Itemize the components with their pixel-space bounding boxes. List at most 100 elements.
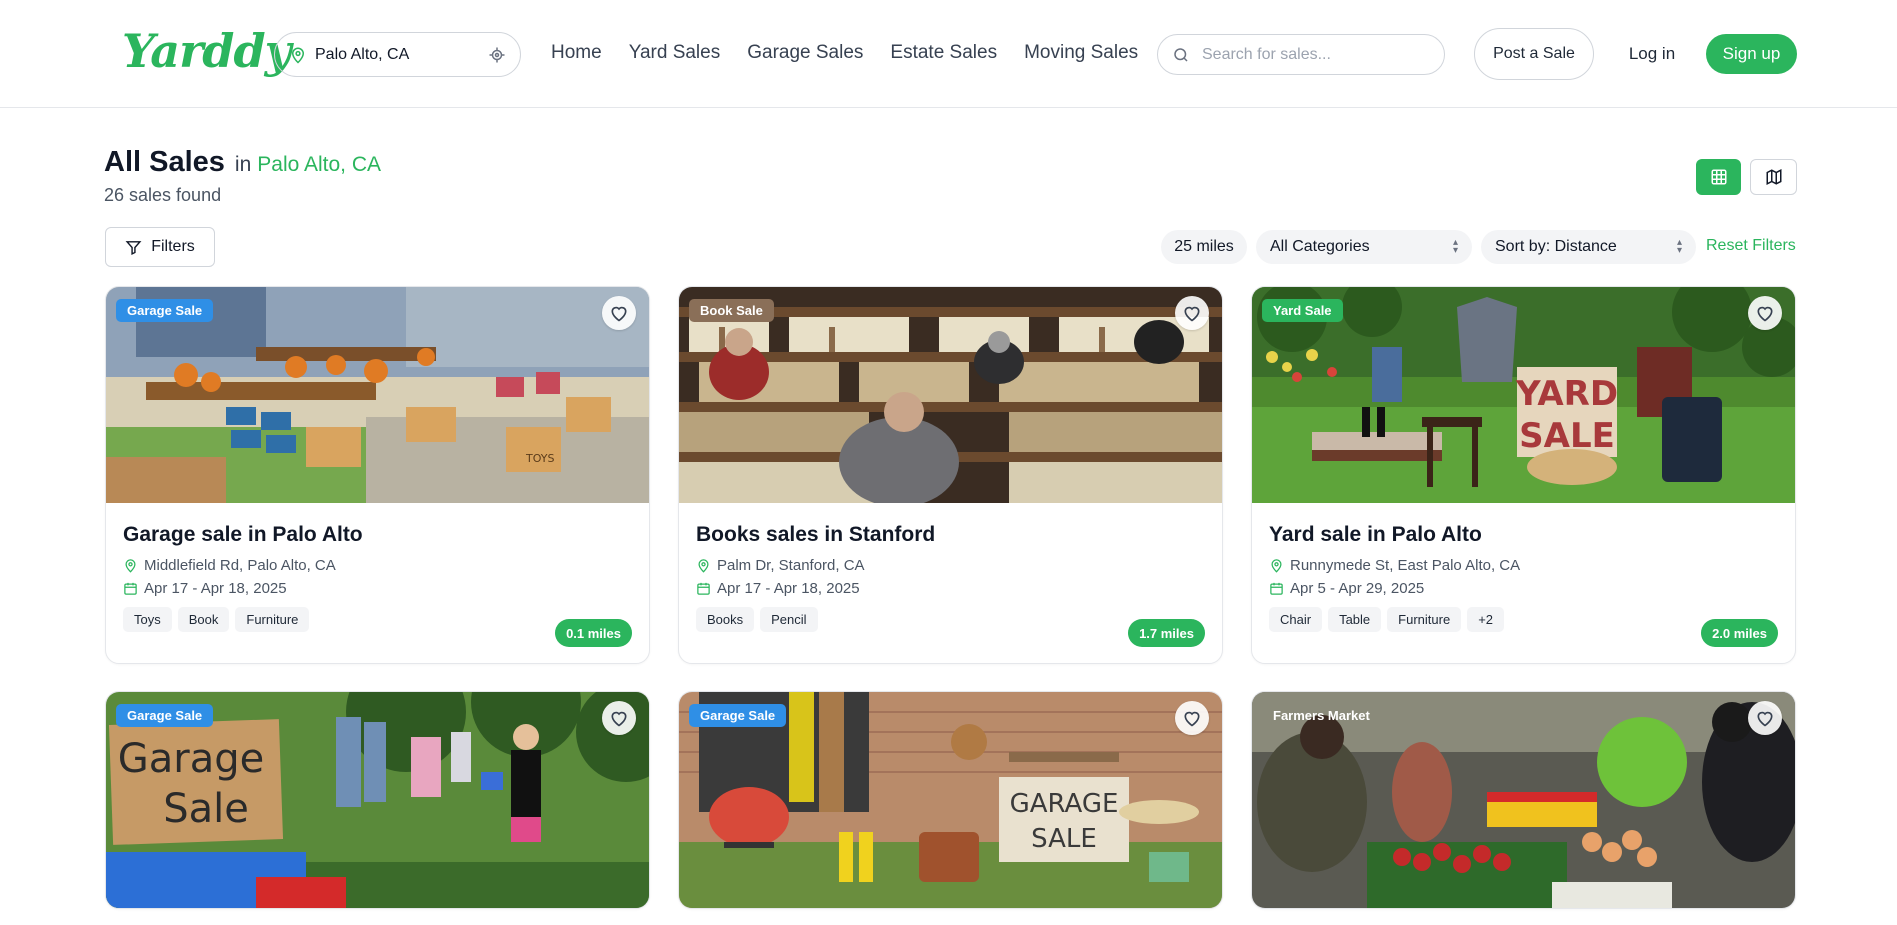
category-badge: Farmers Market xyxy=(1273,708,1370,723)
map-pin-icon xyxy=(698,559,709,573)
location-text: Palo Alto, CA xyxy=(315,45,410,63)
dates-text: Apr 17 - Apr 18, 2025 xyxy=(717,580,860,597)
address-text: Runnymede St, East Palo Alto, CA xyxy=(1290,557,1521,574)
category-badge: Garage Sale xyxy=(116,704,214,727)
tag: Toys xyxy=(123,607,172,632)
nav-home[interactable]: Home xyxy=(551,42,602,64)
city-link[interactable]: Palo Alto, CA xyxy=(257,153,381,177)
chevron-updown-icon: ▴ ▾ xyxy=(1676,237,1682,256)
address-text: Palm Dr, Stanford, CA xyxy=(717,557,865,574)
search-icon xyxy=(1174,47,1188,62)
heart-icon xyxy=(611,306,627,322)
radius-select[interactable]: 25 miles xyxy=(1161,230,1247,264)
login-button[interactable]: Log in xyxy=(1620,34,1684,74)
dates-text: Apr 17 - Apr 18, 2025 xyxy=(144,580,287,597)
category-select[interactable]: All Categories ▴ ▾ xyxy=(1256,230,1472,264)
tag: Table xyxy=(1328,607,1382,632)
garage-sign-line-4: SALE xyxy=(1031,824,1097,854)
results-count: 26 sales found xyxy=(104,185,222,205)
map-pin-icon xyxy=(1271,559,1282,573)
sale-image: TOYS Garage Sale xyxy=(106,287,649,503)
page-title: All Sales in Palo Alto, CA xyxy=(104,146,381,179)
calendar-icon xyxy=(697,582,710,595)
favorite-button[interactable] xyxy=(1175,296,1209,330)
reset-filters-link[interactable]: Reset Filters xyxy=(1706,237,1796,255)
card-body: Yard sale in Palo Alto Runnymede St, Eas… xyxy=(1252,503,1795,663)
category-badge: Yard Sale xyxy=(1262,299,1343,322)
more-tags[interactable]: +2 xyxy=(1467,607,1505,632)
sale-image: Book Sale xyxy=(679,287,1222,503)
tag: Furniture xyxy=(1387,607,1462,632)
nav-garage-sales[interactable]: Garage Sales xyxy=(747,42,863,64)
chevron-updown-icon: ▴ ▾ xyxy=(1452,237,1458,256)
yard-sign-line-1: YARD xyxy=(1515,374,1618,414)
tag: Chair xyxy=(1269,607,1323,632)
calendar-icon xyxy=(1270,582,1283,595)
sale-dates: Apr 17 - Apr 18, 2025 xyxy=(123,580,632,597)
page-heading: All Sales xyxy=(104,146,225,178)
sale-address: Palm Dr, Stanford, CA xyxy=(696,557,1205,574)
favorite-button[interactable] xyxy=(1748,296,1782,330)
sale-dates: Apr 5 - Apr 29, 2025 xyxy=(1269,580,1778,597)
locate-me-icon[interactable] xyxy=(488,46,506,64)
grid-view-button[interactable] xyxy=(1696,159,1741,195)
sale-image: Farmers Market xyxy=(1252,692,1795,908)
sale-card[interactable]: Garage Sale Garage Sale xyxy=(105,691,650,909)
address-text: Middlefield Rd, Palo Alto, CA xyxy=(144,557,336,574)
tag: Pencil xyxy=(760,607,818,632)
card-body: Books sales in Stanford Palm Dr, Stanfor… xyxy=(679,503,1222,663)
garage-sign-line-3: GARAGE xyxy=(1010,789,1119,819)
favorite-button[interactable] xyxy=(602,701,636,735)
nav-yard-sales[interactable]: Yard Sales xyxy=(629,42,721,64)
nav-estate-sales[interactable]: Estate Sales xyxy=(890,42,997,64)
map-view-button[interactable] xyxy=(1750,159,1797,195)
sale-card[interactable]: Farmers Market xyxy=(1251,691,1796,909)
nav-moving-sales[interactable]: Moving Sales xyxy=(1024,42,1138,64)
tag: Furniture xyxy=(235,607,310,632)
sale-card[interactable]: TOYS Garage Sale Garage sale in Palo Alt… xyxy=(105,286,650,664)
calendar-icon xyxy=(124,582,137,595)
sort-select[interactable]: Sort by: Distance ▴ ▾ xyxy=(1481,230,1696,264)
search-input[interactable] xyxy=(1202,45,1422,64)
toys-box-label: TOYS xyxy=(525,452,554,465)
dates-text: Apr 5 - Apr 29, 2025 xyxy=(1290,580,1425,597)
heart-icon xyxy=(1757,711,1773,727)
main-nav: Home Yard Sales Garage Sales Estate Sale… xyxy=(551,42,1165,64)
sale-card[interactable]: Book Sale Books sales in Stanford Palm D… xyxy=(678,286,1223,664)
top-header: Yarddy Palo Alto, CA Home Yard Sales Gar… xyxy=(0,0,1897,108)
favorite-button[interactable] xyxy=(602,296,636,330)
garage-sign-line-1: Garage xyxy=(118,736,264,782)
favorite-button[interactable] xyxy=(1175,701,1209,735)
post-sale-button[interactable]: Post a Sale xyxy=(1474,28,1594,80)
sale-address: Middlefield Rd, Palo Alto, CA xyxy=(123,557,632,574)
signup-button[interactable]: Sign up xyxy=(1706,34,1797,74)
map-pin-icon xyxy=(125,559,136,573)
heart-icon xyxy=(611,711,627,727)
sort-value: Sort by: Distance xyxy=(1495,238,1617,255)
in-label: in xyxy=(234,153,252,176)
category-value: All Categories xyxy=(1270,238,1370,255)
sale-title[interactable]: Books sales in Stanford xyxy=(696,523,1205,547)
category-badge: Book Sale xyxy=(689,299,774,322)
heart-icon xyxy=(1184,306,1200,322)
sale-dates: Apr 17 - Apr 18, 2025 xyxy=(696,580,1205,597)
sale-image: GARAGE SALE Garage Sale xyxy=(679,692,1222,908)
heart-icon xyxy=(1757,306,1773,322)
favorite-button[interactable] xyxy=(1748,701,1782,735)
category-badge: Garage Sale xyxy=(689,704,787,727)
card-body: Garage sale in Palo Alto Middlefield Rd,… xyxy=(106,503,649,663)
filters-button[interactable]: Filters xyxy=(105,227,215,267)
sale-title[interactable]: Yard sale in Palo Alto xyxy=(1269,523,1778,547)
logo[interactable]: Yarddy xyxy=(122,24,291,78)
distance-badge: 0.1 miles xyxy=(555,619,632,647)
map-icon xyxy=(1766,169,1781,185)
sale-card[interactable]: GARAGE SALE Garage Sale xyxy=(678,691,1223,909)
sale-card[interactable]: YARD SALE Yard Sale Yard sale in Palo Al… xyxy=(1251,286,1796,664)
sale-address: Runnymede St, East Palo Alto, CA xyxy=(1269,557,1778,574)
sale-title[interactable]: Garage sale in Palo Alto xyxy=(123,523,632,547)
distance-badge: 1.7 miles xyxy=(1128,619,1205,647)
filters-label: Filters xyxy=(151,238,195,255)
distance-badge: 2.0 miles xyxy=(1701,619,1778,647)
location-picker[interactable]: Palo Alto, CA xyxy=(274,32,521,77)
garage-sign-line-2: Sale xyxy=(163,786,249,832)
